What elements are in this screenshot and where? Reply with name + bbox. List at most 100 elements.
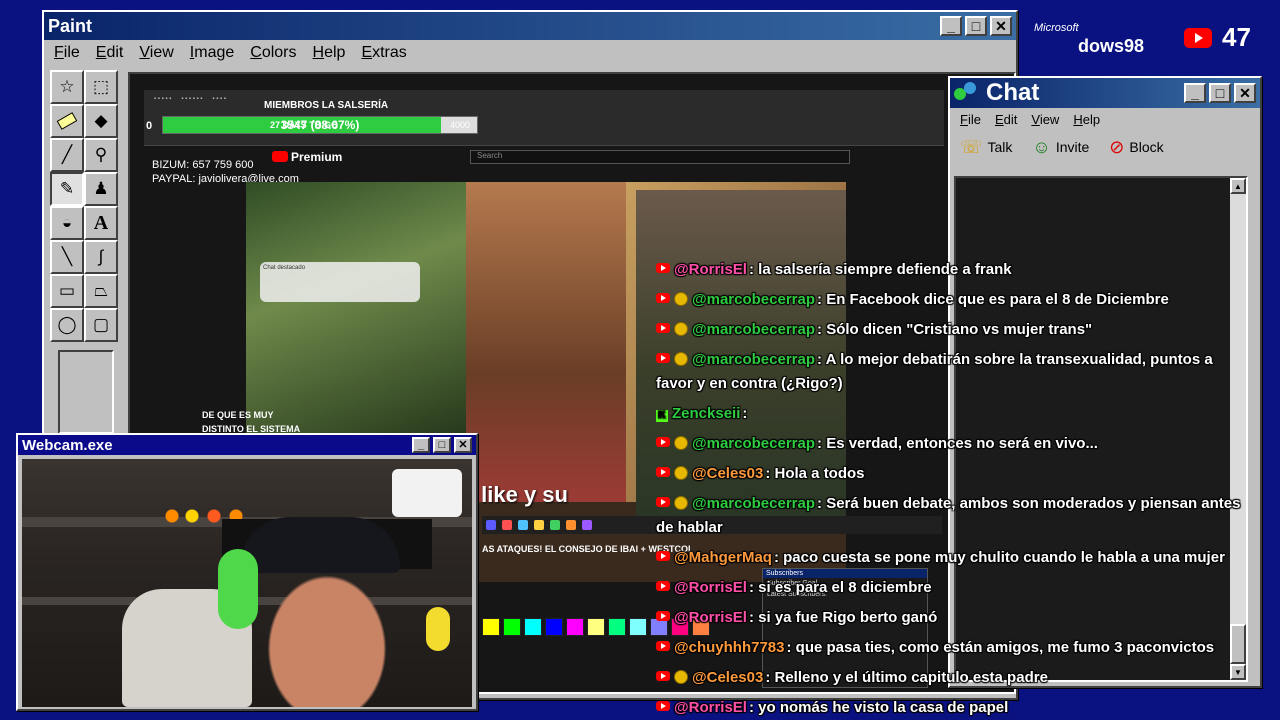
youtube-search-input[interactable]: Search: [470, 150, 850, 164]
maximize-button[interactable]: □: [1209, 83, 1231, 103]
youtube-icon: [656, 293, 670, 303]
menu-view[interactable]: View: [139, 44, 173, 62]
line-icon[interactable]: ╲: [50, 240, 84, 274]
pencil-icon[interactable]: ✎: [50, 172, 84, 206]
palette-swatch[interactable]: [587, 618, 605, 636]
chat-message: @Celes03: Hola a todos: [656, 462, 865, 486]
rect-select-icon[interactable]: ⬚: [84, 70, 118, 104]
palette-swatch[interactable]: [566, 618, 584, 636]
talk-button[interactable]: ☏ Talk: [960, 137, 1012, 158]
chat-titlebar[interactable]: Chat _ □ ✕: [950, 78, 1260, 108]
chat-username[interactable]: @chuyhhh7783: [674, 639, 785, 656]
chat-message: @marcobecerrap: En Facebook dice que es …: [656, 288, 1169, 312]
close-button[interactable]: ✕: [1234, 83, 1256, 103]
menu-edit[interactable]: Edit: [96, 44, 124, 62]
eyedropper-icon[interactable]: ╱: [50, 138, 84, 172]
paint-titlebar[interactable]: Paint _ □ ✕: [44, 12, 1016, 40]
chat-username[interactable]: @marcobecerrap: [692, 351, 815, 368]
chat-menu-file[interactable]: File: [960, 112, 981, 127]
chat-text: : Es verdad, entonces no será en vivo...: [817, 435, 1098, 452]
minimize-button[interactable]: _: [412, 437, 430, 453]
scroll-up-icon[interactable]: ▲: [1230, 178, 1246, 194]
block-button[interactable]: ⊘ Block: [1109, 137, 1163, 158]
menu-extras[interactable]: Extras: [361, 44, 406, 62]
chat-username[interactable]: @marcobecerrap: [692, 321, 815, 338]
chat-message-pane[interactable]: ▲ ▼: [954, 176, 1248, 682]
palette-swatch[interactable]: [545, 618, 563, 636]
chat-username[interactable]: @RorrisEl: [674, 609, 747, 626]
cap: [240, 517, 400, 573]
magnifier-icon[interactable]: ⚲: [84, 138, 118, 172]
polygon-icon[interactable]: ⏢: [84, 274, 118, 308]
youtube-icon: [1184, 27, 1212, 48]
tool-options-panel[interactable]: [58, 350, 114, 434]
chat-username[interactable]: @marcobecerrap: [692, 495, 815, 512]
block-label: Block: [1129, 139, 1164, 155]
airbrush-icon[interactable]: ◒: [50, 206, 84, 240]
chat-menubar: File Edit View Help: [950, 108, 1260, 130]
palette-swatch[interactable]: [503, 618, 521, 636]
windows-label: dows98: [1078, 36, 1145, 56]
webcam-window: Webcam.exe _ □ ✕: [16, 433, 478, 711]
video-plant-background: Chat destacado: [246, 182, 466, 442]
eraser-icon[interactable]: [50, 104, 84, 138]
microsoft-label: Microsoft: [1034, 22, 1079, 34]
talk-label: Talk: [987, 139, 1013, 155]
maximize-button[interactable]: □: [965, 16, 987, 36]
close-button[interactable]: ✕: [454, 437, 472, 453]
menu-colors[interactable]: Colors: [250, 44, 296, 62]
rectangle-icon[interactable]: ▭: [50, 274, 84, 308]
chat-menu-help[interactable]: Help: [1073, 112, 1100, 127]
chat-username[interactable]: @RorrisEl: [674, 699, 747, 716]
invite-button[interactable]: ☺ Invite: [1032, 137, 1089, 158]
chat-username[interactable]: @Celes03: [692, 465, 763, 482]
minimize-button[interactable]: _: [1184, 83, 1206, 103]
member-badge-icon: [674, 496, 688, 510]
chat-username[interactable]: @RorrisEl: [674, 261, 747, 278]
scroll-thumb[interactable]: [1230, 624, 1246, 664]
free-select-icon[interactable]: ☆: [50, 70, 84, 104]
palette-swatch[interactable]: [482, 618, 500, 636]
webcam-titlebar[interactable]: Webcam.exe _ □ ✕: [18, 435, 476, 455]
invite-label: Invite: [1055, 139, 1090, 155]
ellipse-icon[interactable]: ◯: [50, 308, 84, 342]
chat-username[interactable]: @Celes03: [692, 669, 763, 686]
chat-username[interactable]: @MahgerMaq: [674, 549, 772, 566]
palette-swatch[interactable]: [524, 618, 542, 636]
palette-swatch[interactable]: [629, 618, 647, 636]
maximize-button[interactable]: □: [433, 437, 451, 453]
goal-max: 4000: [450, 120, 471, 130]
menu-help[interactable]: Help: [313, 44, 346, 62]
rounded-rect-icon[interactable]: ▢: [84, 308, 118, 342]
windows98-logo: Microsoft dows98: [1034, 22, 1144, 56]
member-badge-icon: [674, 670, 688, 684]
chat-username[interactable]: @marcobecerrap: [692, 435, 815, 452]
brush-icon[interactable]: ♟: [84, 172, 118, 206]
youtube-icon: [656, 551, 670, 561]
chat-message: @Celes03: Relleno y el último capitulo e…: [656, 666, 1048, 690]
close-button[interactable]: ✕: [990, 16, 1012, 36]
chat-menu-edit[interactable]: Edit: [995, 112, 1017, 127]
chat-message: K Zenckseii:: [656, 402, 747, 426]
scroll-down-icon[interactable]: ▼: [1230, 664, 1246, 680]
text-icon[interactable]: A: [84, 206, 118, 240]
menu-file[interactable]: File: [54, 44, 80, 62]
chat-scrollbar[interactable]: ▲ ▼: [1230, 178, 1246, 680]
chat-text: : yo nomás he visto la casa de papel: [748, 699, 1009, 716]
minimize-button[interactable]: _: [940, 16, 962, 36]
menu-image[interactable]: Image: [190, 44, 234, 62]
chat-message: @RorrisEl: si es para el 8 diciembre: [656, 576, 932, 600]
chat-text: :: [742, 405, 748, 422]
chat-text: : la salsería siempre defiende a frank: [748, 261, 1012, 278]
youtube-icon: [656, 701, 670, 711]
chat-username[interactable]: @marcobecerrap: [692, 291, 815, 308]
chat-message: @marcobecerrap: A lo mejor debatirán sob…: [656, 348, 1246, 396]
member-badge-icon: [674, 466, 688, 480]
fill-icon[interactable]: ◆: [84, 104, 118, 138]
chat-username[interactable]: @RorrisEl: [674, 579, 747, 596]
palette-swatch[interactable]: [608, 618, 626, 636]
chat-username[interactable]: Zenckseii: [672, 405, 740, 422]
chat-menu-view[interactable]: View: [1031, 112, 1059, 127]
app-icon: [534, 520, 544, 530]
curve-icon[interactable]: ∫: [84, 240, 118, 274]
